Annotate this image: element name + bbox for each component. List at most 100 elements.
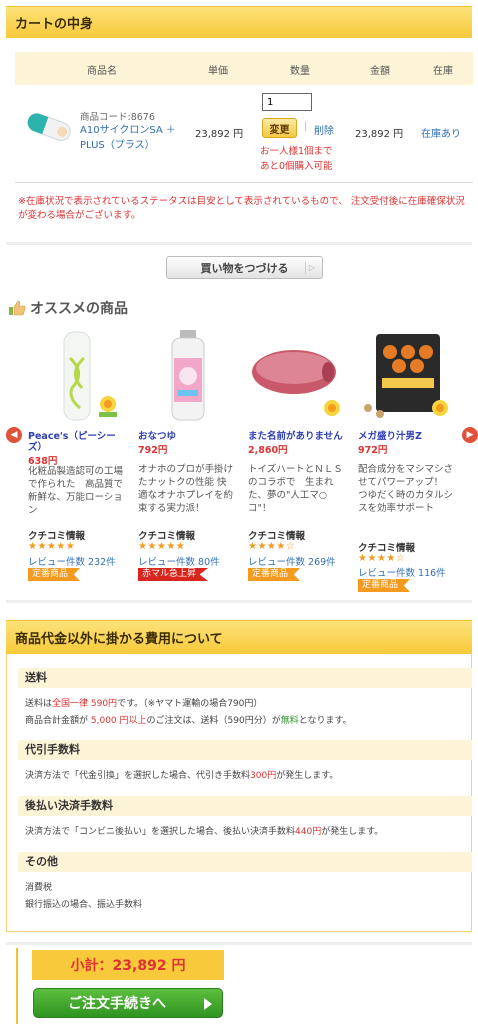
other-transfer-fee: 銀行振込の場合、振込手数料	[25, 900, 143, 910]
product-tag: 定番商品	[248, 568, 301, 581]
thumbs-up-icon	[9, 300, 26, 316]
cart-title-text: カートの中身	[15, 17, 94, 32]
stock-status-link[interactable]: 在庫あり	[421, 125, 461, 140]
cod-a: 決済方法で「代金引換」を選択した場合、代引き手数料	[25, 771, 251, 781]
col-quantity: 数量	[290, 66, 310, 77]
rating-stars: ★★★★★	[138, 541, 186, 552]
col-stock: 在庫	[433, 66, 453, 77]
free-shipping-threshold: 5,000 円以上	[90, 716, 147, 726]
recommend-price: 972円	[358, 445, 388, 456]
cod-fee-amount: 300円	[250, 771, 277, 781]
free-label: 無料	[280, 716, 299, 726]
recommend-name[interactable]: また名前がありません	[248, 431, 348, 442]
other-tax: 消費税	[25, 883, 53, 893]
shipping-text: 送料は全国一律 590円です。（※ヤマト運輸の場合790円） 商品合計金額が 5…	[25, 696, 352, 730]
product-code: 商品コード:8676	[80, 112, 155, 123]
deferred-fee-amount: 440円	[295, 827, 322, 837]
rating-stars: ★★★★★	[28, 541, 76, 552]
fees-section-title: 商品代金以外に掛かる費用について	[6, 620, 472, 654]
product-tag: 定番商品	[358, 579, 411, 592]
separator: |	[304, 121, 308, 132]
recommend-price: 2,860円	[248, 445, 288, 456]
product-thumbnail[interactable]	[23, 108, 75, 146]
recommend-price: 792円	[138, 445, 168, 456]
later-c: が発生します。	[321, 827, 384, 837]
product-image-lotion[interactable]	[28, 328, 128, 423]
cart-table-header: 商品名 単価 数量 金額 在庫	[15, 52, 473, 85]
change-quantity-button[interactable]: 変更	[262, 118, 297, 138]
product-image-toy[interactable]	[248, 328, 348, 423]
col-amount: 金額	[370, 66, 390, 77]
carousel-prev-button[interactable]: ◀	[6, 427, 22, 443]
limit-remaining: あと0個購入可能	[260, 161, 333, 172]
col-product: 商品名	[87, 66, 117, 77]
review-count-link[interactable]: レビュー件数 232件	[28, 554, 116, 568]
shipping-line-2: 商品合計金額が 5,000 円以上のご注文は、送料（590円分）が無料となります…	[25, 713, 352, 730]
other-fee-heading: その他	[18, 852, 472, 872]
unit-price: 23,892 円	[195, 129, 244, 140]
divider	[6, 600, 472, 603]
rating-stars: ★★★★☆	[358, 553, 406, 564]
cart-section-title: カートの中身	[6, 6, 472, 38]
review-label: クチコミ情報	[358, 543, 416, 554]
line-amount: 23,892 円	[355, 129, 404, 140]
purchase-limit: お一人様1個まで あと0個購入可能	[260, 144, 333, 174]
col-unit-price: 単価	[208, 66, 228, 77]
shipping-a: 送料は	[25, 699, 53, 709]
shipping2-a: 商品合計金額が	[25, 716, 91, 726]
deferred-fee-heading: 後払い決済手数料	[18, 796, 472, 816]
deferred-fee-text: 決済方法で「コンビニ後払い」を選択した場合、後払い決済手数料440円が発生します…	[25, 824, 383, 841]
divider	[6, 942, 472, 945]
shipping-flat-rate: 全国一律 590円	[52, 699, 118, 709]
shipping-c: です。（※ヤマト運輸の場合790円）	[117, 699, 263, 709]
limit-per-person: お一人様1個まで	[260, 146, 333, 157]
footer-accent-line	[16, 948, 18, 1024]
cod-fee-text: 決済方法で「代金引換」を選択した場合、代引き手数料300円が発生します。	[25, 768, 338, 785]
rating-stars: ★★★★☆	[248, 541, 296, 552]
recommend-desc: オナホのプロが手掛けたナットクの性能 快適なオナホプレイを約束する実力派！	[138, 464, 234, 514]
checkout-label: ご注文手続きへ	[68, 996, 166, 1012]
recommend-name[interactable]: おなつゆ	[138, 431, 238, 442]
carousel-next-button[interactable]: ▶	[462, 427, 478, 443]
cod-fee-heading: 代引手数料	[18, 740, 472, 760]
other-fee-text: 消費税 銀行振込の場合、振込手数料	[25, 880, 142, 914]
recommend-title-text: オススメの商品	[30, 301, 128, 317]
shipping-line-1: 送料は全国一律 590円です。（※ヤマト運輸の場合790円）	[25, 696, 352, 713]
product-image-onatsuyu[interactable]	[138, 328, 238, 423]
product-name-link[interactable]: A10サイクロンSA ＋ PLUS（プラス）	[80, 123, 190, 153]
recommend-name[interactable]: Peace's（ピーシーズ）	[28, 431, 128, 453]
shipping2-c: のご注文は、送料（590円分）が	[146, 716, 281, 726]
recommend-desc: トイズハートとＮＬＳのコラボで 生まれた、夢の"人工マ○コ"！	[248, 464, 343, 514]
chevron-left-icon: ◀	[10, 430, 18, 440]
divider	[6, 242, 472, 245]
delete-link[interactable]: 削除	[314, 122, 334, 137]
continue-shopping-label: 買い物をつづける	[200, 261, 289, 275]
recommend-desc: 配合成分をマシマシさせてパワーアップ！ つゆだく時のカタルシスを効率サポート	[358, 464, 454, 514]
subtotal: 小計：23,892 円	[32, 950, 224, 980]
stock-notice: ※在庫状況で表示されているステータスは目安として表示されているもので、 注文受付…	[18, 196, 465, 221]
continue-shopping-button[interactable]: 買い物をつづける ▷	[166, 256, 323, 279]
product-tag: 定番商品	[28, 568, 81, 581]
row-divider	[15, 182, 473, 183]
chevron-right-icon: ▷	[305, 262, 317, 274]
quantity-input[interactable]	[262, 93, 312, 111]
recommend-desc: 化粧品製造認可の工場で作られた 高品質で新鮮な、万能ローション	[28, 466, 124, 516]
recommend-name[interactable]: メガ盛り汁男Z	[358, 431, 458, 442]
recommend-title: オススメの商品	[8, 298, 128, 318]
review-label: クチコミ情報	[248, 531, 306, 542]
review-count-link[interactable]: レビュー件数 269件	[248, 554, 336, 568]
product-tag: 赤マル急上昇	[138, 568, 209, 581]
proceed-to-checkout-button[interactable]: ご注文手続きへ	[33, 988, 223, 1018]
review-count-link[interactable]: レビュー件数 80件	[138, 554, 220, 568]
later-a: 決済方法で「コンビニ後払い」を選択した場合、後払い決済手数料	[25, 827, 296, 837]
chevron-right-icon: ▶	[466, 430, 474, 440]
shipping-heading: 送料	[18, 668, 472, 688]
play-arrow-icon	[204, 998, 212, 1010]
shipping2-e: となります。	[298, 716, 352, 726]
review-label: クチコミ情報	[138, 531, 196, 542]
review-count-link[interactable]: レビュー件数 116件	[358, 565, 446, 579]
fees-title-text: 商品代金以外に掛かる費用について	[15, 632, 223, 647]
review-label: クチコミ情報	[28, 531, 86, 542]
product-image-supplement[interactable]	[358, 328, 458, 423]
cod-c: が発生します。	[276, 771, 339, 781]
